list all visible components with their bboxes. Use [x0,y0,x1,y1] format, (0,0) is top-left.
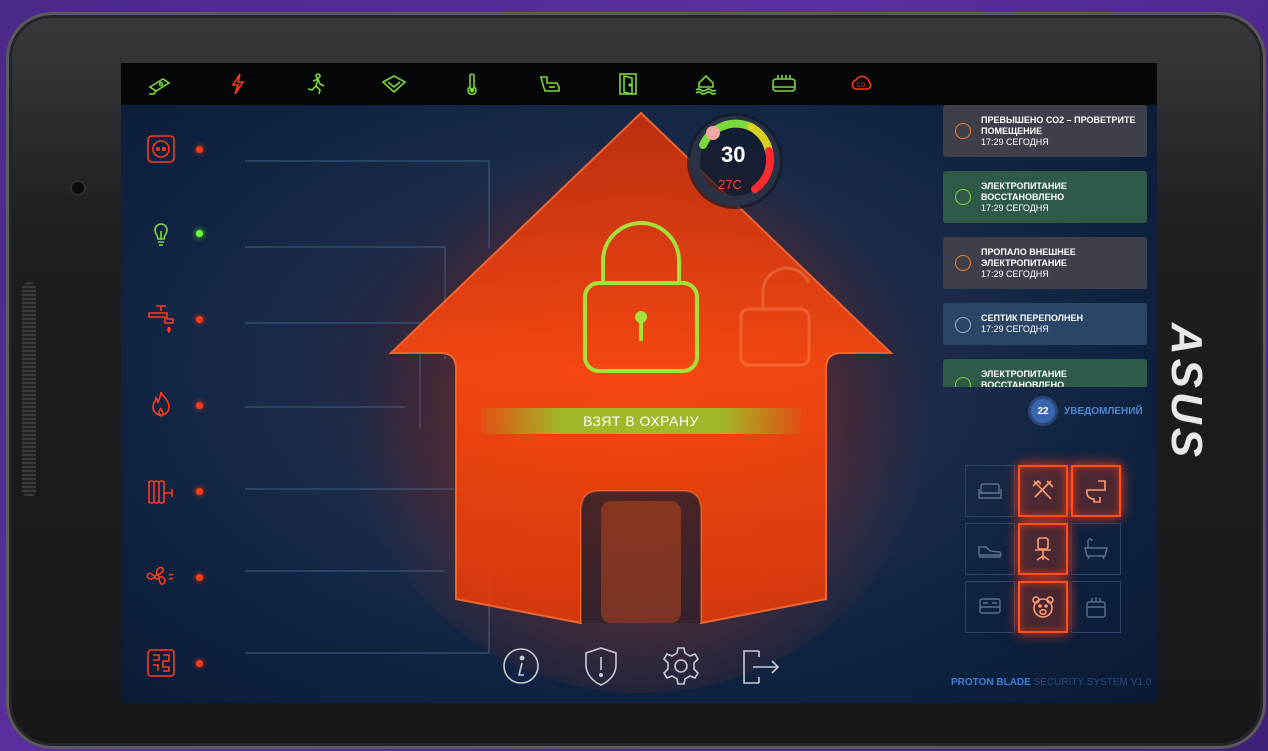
room-bathroom[interactable] [1071,523,1121,575]
thermometer-icon[interactable] [433,63,511,105]
room-bedroom[interactable] [965,581,1015,633]
co2-value: 30 [721,142,746,167]
notification-item[interactable]: ЭЛЕКТРОПИТАНИЕ ВОССТАНОВЛЕНО [943,359,1147,387]
shoes-icon [978,546,1002,558]
brand-logo: ASUS [1162,322,1211,462]
notification-count[interactable]: 22 УВЕДОМЛЕНИЙ [1031,399,1143,423]
lightbulb-icon [154,223,168,246]
product-suffix: SECURITY SYSTEM V1.0 [1033,677,1152,688]
room-nursery[interactable] [1018,581,1068,633]
product-footer: PROTON BLADE SECURITY SYSTEM V1.0 [951,677,1151,688]
fan-icon [146,566,174,585]
info-icon[interactable] [501,645,541,687]
settings-icon[interactable] [661,645,701,687]
status-dot [196,574,203,581]
office-chair-icon [1035,537,1051,561]
radiator-icon [148,480,173,504]
logout-icon[interactable] [741,645,781,687]
toilet-icon [1086,480,1106,503]
room-laundry[interactable] [1071,581,1121,633]
fire-icon [152,391,170,417]
notification-text: ПРЕВЫШЕНО СО2 – ПРОВЕТРИТЕ ПОМЕЩЕНИЕ [981,115,1136,136]
notification-time: 17:29 СЕГОДНЯ [981,324,1049,334]
door-icon[interactable] [589,63,667,105]
washing-icon [1086,597,1106,618]
notification-time: 17:29 СЕГОДНЯ [981,137,1049,147]
status-dot [196,230,203,237]
notification-text: ЭЛЕКТРОПИТАНИЕ ВОССТАНОВЛЕНО [981,369,1067,387]
notification-time: 17:29 СЕГОДНЯ [981,203,1049,213]
shield-alert-icon[interactable] [581,645,621,687]
check-icon [955,377,971,387]
room-office[interactable] [1018,523,1068,575]
kitchen-utensils-icon [1032,479,1054,500]
notification-text: ПРОПАЛО ВНЕШНЕЕ ЭЛЕКТРОПИТАНИЕ [981,247,1076,268]
faucet-icon [148,305,174,334]
notification-item[interactable]: СЕПТИК ПЕРЕПОЛНЕН 17:29 СЕГОДНЯ [943,303,1147,345]
water-valve-icon[interactable] [511,63,589,105]
socket-icon [147,135,175,163]
leak-sensor-icon[interactable] [355,63,433,105]
motion-icon[interactable] [277,63,355,105]
check-icon [955,317,971,333]
bed-icon [979,598,1001,614]
status-dot [196,146,203,153]
notification-time: 17:29 СЕГОДНЯ [981,269,1049,279]
warning-icon [955,123,971,139]
front-camera-icon [72,182,84,194]
product-name: PROTON BLADE [951,677,1031,688]
notification-item[interactable]: ЭЛЕКТРОПИТАНИЕ ВОССТАНОВЛЕНО 17:29 СЕГОДН… [943,171,1147,223]
status-dot [196,316,203,323]
notification-item[interactable]: ПРЕВЫШЕНО СО2 – ПРОВЕТРИТЕ ПОМЕЩЕНИЕ 17:2… [943,105,1147,157]
svg-text:CO₂: CO₂ [856,83,868,89]
sidebar-item-light[interactable] [145,213,225,253]
camera-icon[interactable] [121,63,199,105]
warning-icon [955,255,971,271]
screen: CO₂ 30 27C ВЗЯТ В ОХРАНУ ПРЕВЫШЕНО СО2 –… [121,63,1157,703]
sidebar-item-water[interactable] [145,299,225,339]
speaker-grill [22,282,36,497]
sidebar-item-socket[interactable] [145,129,225,169]
sidebar-item-circuit[interactable] [145,643,225,683]
status-dot [196,660,203,667]
notification-text: СЕПТИК ПЕРЕПОЛНЕН [981,313,1083,323]
room-hallway[interactable] [965,523,1015,575]
status-dot [196,402,203,409]
temperature-value: 27C [718,177,742,192]
house-illustration [388,111,894,625]
room-living[interactable] [965,465,1015,517]
room-grid [965,465,1121,633]
room-kitchen[interactable] [1018,465,1068,517]
lightning-icon[interactable] [199,63,277,105]
notification-item[interactable]: ПРОПАЛО ВНЕШНЕЕ ЭЛЕКТРОПИТАНИЕ 17:29 СЕГО… [943,237,1147,289]
sensor-toolbar: CO₂ [121,63,1157,105]
sidebar-item-ventilation[interactable] [145,557,225,597]
count-label: УВЕДОМЛЕНИЙ [1064,405,1143,417]
status-dot [196,488,203,495]
bottom-toolbar [501,645,781,691]
room-toilet[interactable] [1071,465,1121,517]
radiator-icon[interactable] [745,63,823,105]
notification-text: ЭЛЕКТРОПИТАНИЕ ВОССТАНОВЛЕНО [981,181,1067,202]
sofa-icon [978,483,1002,499]
bathtub-icon [1084,538,1108,560]
circuit-icon [147,649,175,677]
arm-status-bar: ВЗЯТ В ОХРАНУ [481,408,801,434]
flood-icon[interactable] [667,63,745,105]
sidebar-item-fire[interactable] [145,385,225,425]
count-badge: 22 [1031,399,1055,423]
notifications-panel: ПРЕВЫШЕНО СО2 – ПРОВЕТРИТЕ ПОМЕЩЕНИЕ 17:2… [943,105,1147,387]
check-icon [955,189,971,205]
sidebar-item-heating[interactable] [145,471,225,511]
co2-icon[interactable]: CO₂ [823,63,901,105]
teddy-bear-icon [1032,596,1054,618]
